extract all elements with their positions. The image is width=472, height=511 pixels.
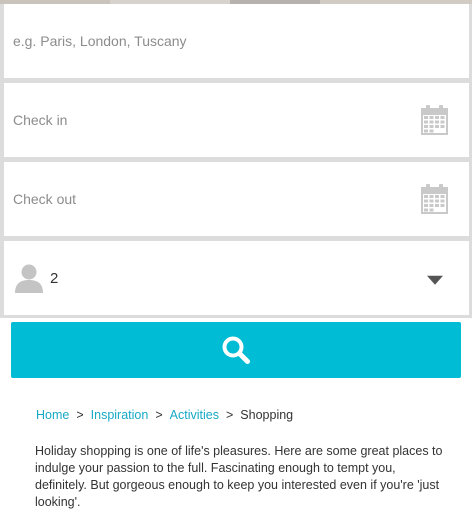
breadcrumb-home[interactable]: Home [36, 408, 69, 422]
person-icon [15, 264, 43, 293]
breadcrumb-separator: > [155, 408, 163, 422]
destination-placeholder: e.g. Paris, London, Tuscany [13, 33, 187, 49]
calendar-icon[interactable] [421, 105, 448, 135]
checkout-field[interactable]: Check out [4, 162, 469, 236]
checkin-label: Check in [13, 112, 68, 128]
guests-value: 2 [50, 269, 59, 287]
chevron-down-icon[interactable] [427, 275, 443, 285]
calendar-icon[interactable] [421, 184, 448, 214]
destination-field[interactable]: e.g. Paris, London, Tuscany [4, 4, 469, 78]
search-icon [222, 336, 250, 364]
search-button[interactable] [11, 322, 461, 378]
breadcrumb-activities[interactable]: Activities [170, 408, 219, 422]
breadcrumb: Home > Inspiration > Activities > Shopping [36, 408, 293, 422]
breadcrumb-separator: > [76, 408, 84, 422]
checkin-field[interactable]: Check in [4, 83, 469, 157]
guests-select[interactable]: 2 [4, 241, 469, 315]
breadcrumb-current: Shopping [240, 408, 294, 422]
checkout-label: Check out [13, 191, 77, 207]
breadcrumb-separator: > [225, 408, 234, 422]
breadcrumb-inspiration[interactable]: Inspiration [91, 408, 149, 422]
intro-paragraph: Holiday shopping is one of life's pleasu… [35, 444, 443, 509]
